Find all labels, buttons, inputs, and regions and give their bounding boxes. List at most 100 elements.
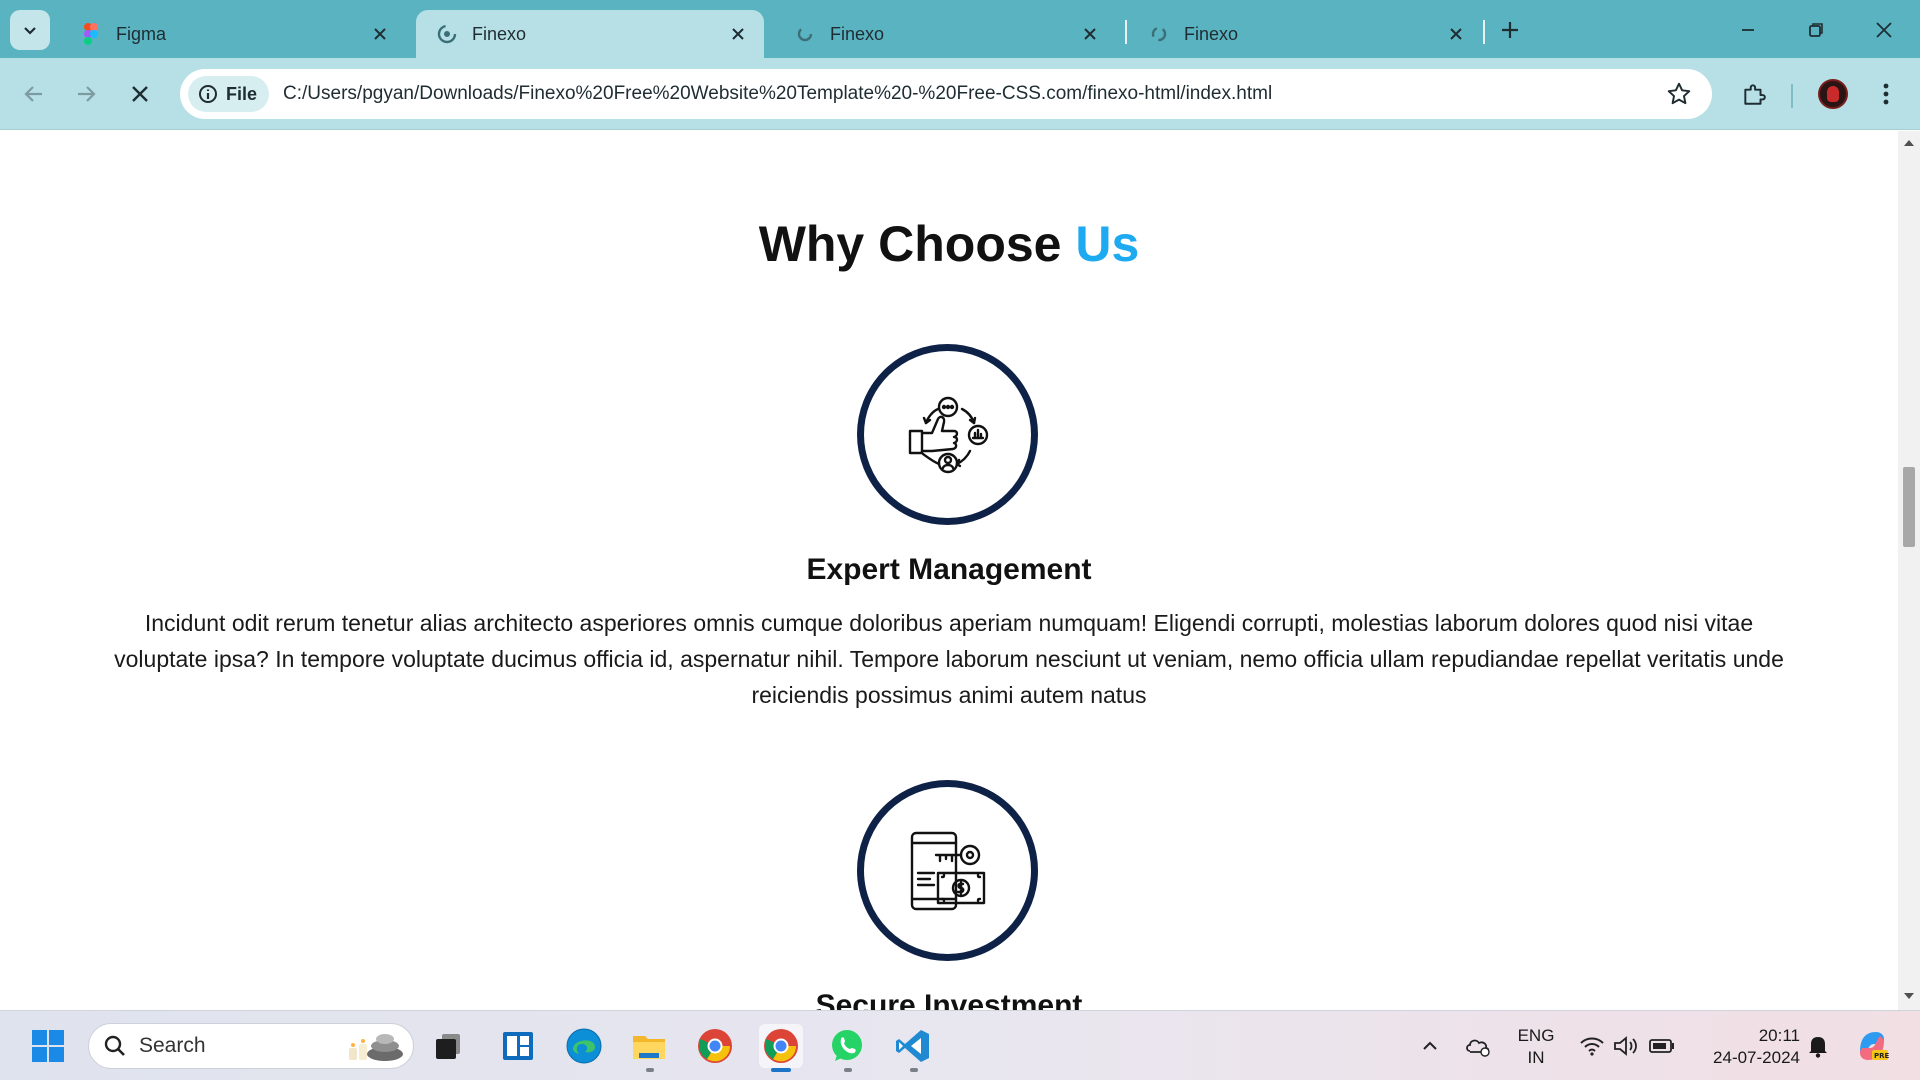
windows-logo-icon xyxy=(32,1030,64,1062)
puzzle-icon xyxy=(1744,84,1766,105)
edge-app[interactable] xyxy=(562,1024,606,1068)
avatar xyxy=(1818,79,1848,109)
notifications-button[interactable] xyxy=(1796,1024,1840,1068)
close-tab-icon[interactable] xyxy=(1076,20,1104,48)
restore-icon xyxy=(1809,23,1823,37)
chrome-app-active[interactable] xyxy=(759,1024,803,1068)
page-viewport: Why Choose Us Expert Management Incidunt… xyxy=(0,131,1898,1010)
tab-title: Finexo xyxy=(830,23,885,44)
figma-icon xyxy=(80,23,102,45)
scroll-down-arrow-icon[interactable] xyxy=(1902,990,1916,1004)
tab-finexo[interactable]: Finexo xyxy=(774,10,1116,58)
browser-toolbar: File C:/Users/pgyan/Downloads/Finexo%20F… xyxy=(0,58,1920,130)
bell-icon xyxy=(1809,1037,1827,1058)
new-tab-button[interactable] xyxy=(1494,14,1526,46)
feature-title: Secure Investment xyxy=(815,989,1083,1010)
speaker-icon xyxy=(1614,1036,1637,1056)
copilot-button[interactable]: PRE xyxy=(1850,1024,1894,1068)
folder-icon xyxy=(633,1036,665,1059)
battery-button[interactable] xyxy=(1640,1024,1684,1068)
tab-separator xyxy=(1125,20,1127,44)
stop-loading-button[interactable] xyxy=(122,76,158,112)
taskbar-search[interactable]: Search xyxy=(88,1023,414,1069)
battery-icon xyxy=(1649,1039,1674,1053)
start-button[interactable] xyxy=(26,1024,70,1068)
tab-title: Finexo xyxy=(472,23,527,44)
star-icon xyxy=(1667,82,1691,105)
feature-icon-circle xyxy=(857,780,1038,961)
whatsapp-app[interactable] xyxy=(825,1024,869,1068)
section-title-accent: Us xyxy=(1075,216,1140,272)
clock[interactable]: 20:11 24-07-2024 xyxy=(1696,1025,1800,1069)
site-info-chip[interactable]: File xyxy=(188,76,270,112)
back-button[interactable] xyxy=(16,76,52,112)
running-indicator xyxy=(844,1068,852,1072)
url-text[interactable]: C:/Users/pgyan/Downloads/Finexo%20Free%2… xyxy=(283,83,1272,105)
copilot-icon: PRE xyxy=(1860,1032,1890,1060)
vscode-app[interactable] xyxy=(891,1024,935,1068)
tab-finexo[interactable]: Finexo xyxy=(1128,10,1482,58)
profile-button[interactable] xyxy=(1815,76,1851,112)
search-icon xyxy=(104,1035,125,1056)
language-indicator[interactable]: ENG IN xyxy=(1510,1025,1562,1069)
chevron-up-icon xyxy=(1423,1041,1437,1050)
task-view-button[interactable] xyxy=(426,1024,470,1068)
show-hidden-icons-button[interactable] xyxy=(1408,1024,1452,1068)
arrow-left-icon xyxy=(24,86,42,102)
section-title: Why Choose Us xyxy=(0,215,1898,273)
widgets-button[interactable] xyxy=(496,1024,540,1068)
chevron-down-icon xyxy=(24,27,36,35)
forward-button[interactable] xyxy=(68,76,104,112)
scroll-up-arrow-icon[interactable] xyxy=(1902,135,1916,149)
tab-finexo-active[interactable]: Finexo xyxy=(416,10,764,58)
feature-description: Incidunt odit rerum tenetur alias archit… xyxy=(114,610,1784,708)
edge-icon xyxy=(566,1028,602,1064)
search-highlight-icon xyxy=(349,1034,403,1061)
cloud-sync-icon xyxy=(1466,1039,1490,1057)
file-explorer-app[interactable] xyxy=(627,1024,671,1068)
restore-button[interactable] xyxy=(1794,12,1838,48)
tab-title: Finexo xyxy=(1184,23,1239,44)
thumbs-up-cycle-icon xyxy=(908,396,988,473)
close-icon xyxy=(132,86,148,102)
address-bar[interactable]: File C:/Users/pgyan/Downloads/Finexo%20F… xyxy=(180,69,1712,119)
search-label: Search xyxy=(139,1034,206,1057)
language-top: ENG xyxy=(1517,1026,1555,1045)
feature-icon-circle xyxy=(857,344,1038,525)
clock-time: 20:11 xyxy=(1758,1026,1800,1045)
menu-button[interactable] xyxy=(1868,76,1904,112)
close-icon xyxy=(1876,22,1892,38)
chrome-app[interactable] xyxy=(693,1024,737,1068)
wifi-icon xyxy=(1580,1037,1604,1056)
close-tab-icon[interactable] xyxy=(1442,20,1470,48)
chrome-icon xyxy=(764,1029,798,1063)
loading-spinner-icon xyxy=(794,23,816,45)
tab-figma[interactable]: Figma xyxy=(60,10,406,58)
arrow-right-icon xyxy=(78,86,96,102)
scrollbar-thumb[interactable] xyxy=(1903,467,1915,547)
tab-search-button[interactable] xyxy=(10,10,50,50)
close-window-button[interactable] xyxy=(1862,12,1906,48)
page-scrollbar[interactable] xyxy=(1898,131,1920,1010)
tab-strip: Figma Finexo Finexo Finexo xyxy=(0,0,1920,58)
running-indicator xyxy=(910,1068,918,1072)
language-bottom: IN xyxy=(1527,1048,1545,1067)
onedrive-status[interactable] xyxy=(1456,1024,1500,1068)
clock-date: 24-07-2024 xyxy=(1713,1048,1800,1067)
more-vert-icon xyxy=(1883,83,1889,105)
minimize-button[interactable] xyxy=(1726,12,1770,48)
minimize-icon xyxy=(1742,29,1754,31)
tab-title: Figma xyxy=(116,23,167,44)
close-tab-icon[interactable] xyxy=(724,20,752,48)
whatsapp-icon xyxy=(832,1030,862,1061)
loading-spinner-icon xyxy=(1148,23,1170,45)
widgets-icon xyxy=(503,1032,533,1060)
close-tab-icon[interactable] xyxy=(366,20,394,48)
extensions-button[interactable] xyxy=(1736,76,1772,112)
windows-taskbar: Search ENG IN 20:11 24-07-2024 PRE xyxy=(0,1010,1920,1080)
section-title-main: Why Choose xyxy=(758,216,1076,272)
toolbar-separator xyxy=(1791,84,1793,108)
bookmark-button[interactable] xyxy=(1664,79,1694,109)
loading-spinner-icon xyxy=(436,23,458,45)
svg-text:PRE: PRE xyxy=(1874,1052,1890,1060)
